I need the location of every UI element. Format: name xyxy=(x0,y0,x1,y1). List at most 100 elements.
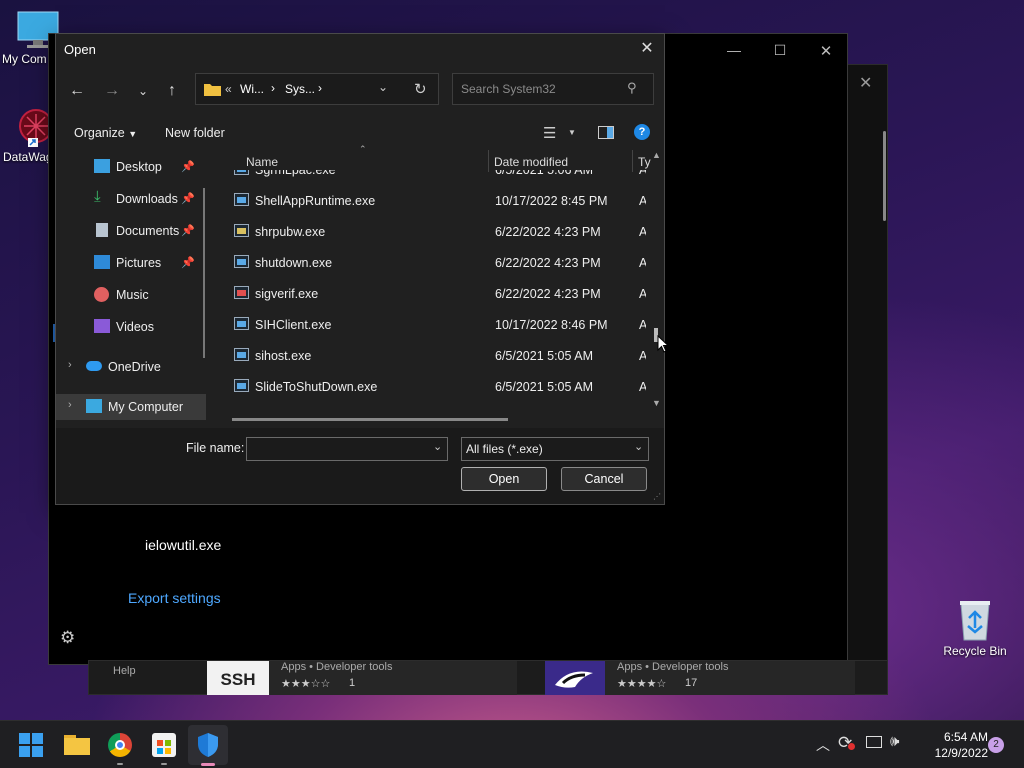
preview-pane-icon[interactable] xyxy=(598,126,614,139)
horizontal-scrollbar[interactable] xyxy=(232,418,508,421)
nav-item-pictures[interactable]: Pictures 📌 xyxy=(56,250,206,276)
file-row[interactable]: ShellAppRuntime.exe 10/17/2022 8:45 PM A| xyxy=(226,186,646,217)
help-icon[interactable]: ? xyxy=(634,124,650,140)
chevron-down-icon: ▼ xyxy=(128,129,138,139)
nav-item-onedrive[interactable]: › OneDrive xyxy=(56,354,206,380)
scroll-down-arrow[interactable]: ▼ xyxy=(652,398,661,408)
new-folder-button[interactable]: New folder xyxy=(165,126,225,140)
file-date: 6/5/2021 5:05 AM xyxy=(495,349,593,363)
clock[interactable]: 6:54 AM 12/9/2022 xyxy=(916,729,988,761)
resize-grip-icon[interactable]: ⋰ xyxy=(653,492,661,501)
desktop-icon-recycle-bin[interactable]: Recycle Bin xyxy=(938,598,1012,658)
file-type-filter[interactable]: All files (*.exe) ⌄ xyxy=(461,437,649,461)
file-name: shrpubw.exe xyxy=(255,225,326,239)
system-tray-chevron-icon[interactable]: ︿ xyxy=(816,735,830,755)
start-windows-icon[interactable] xyxy=(19,733,43,757)
search-box[interactable]: Search System32 ⚲ xyxy=(452,73,654,105)
nav-item-my-computer[interactable]: › My Computer xyxy=(56,394,206,420)
address-dropdown-icon[interactable]: ⌄ xyxy=(378,80,388,94)
active-indicator xyxy=(201,763,215,766)
organize-label: Organize xyxy=(74,126,125,140)
forward-arrow-icon[interactable]: → xyxy=(101,80,123,102)
network-icon[interactable] xyxy=(866,736,882,748)
chevron-down-icon[interactable]: ⌄ xyxy=(433,440,442,453)
column-header-type[interactable]: Ty xyxy=(638,155,651,169)
file-row[interactable]: sigverif.exe 6/22/2022 4:23 PM A| xyxy=(226,279,646,310)
exe-file-icon xyxy=(234,170,249,175)
view-options-icon[interactable]: ☰ xyxy=(543,124,556,142)
up-arrow-icon[interactable]: ↑ xyxy=(161,80,183,102)
close-button[interactable]: ✕ xyxy=(803,42,849,60)
refresh-icon[interactable]: ↻ xyxy=(414,80,427,98)
cancel-button[interactable]: Cancel xyxy=(561,467,647,491)
file-name-field[interactable]: ⌄ xyxy=(246,437,448,461)
nav-item-videos[interactable]: Videos xyxy=(56,314,206,340)
address-overflow-chevrons[interactable]: « xyxy=(225,82,232,96)
file-row[interactable]: SlideToShutDown.exe 6/5/2021 5:05 AM A| xyxy=(226,372,646,403)
chrome-icon[interactable] xyxy=(108,733,132,757)
scroll-up-arrow[interactable]: ▲ xyxy=(652,150,661,160)
minimize-button[interactable]: — xyxy=(711,42,757,58)
open-button[interactable]: Open xyxy=(461,467,547,491)
expand-chevron-icon[interactable]: › xyxy=(68,359,72,371)
nav-label: Music xyxy=(116,288,149,302)
nav-label: Downloads xyxy=(116,192,178,206)
exe-file-icon xyxy=(234,224,249,237)
nav-item-desktop[interactable]: Desktop 📌 xyxy=(56,154,206,180)
clock-date: 12/9/2022 xyxy=(934,746,988,760)
column-header-name[interactable]: Name xyxy=(246,155,278,169)
store-card[interactable]: Apps • Developer tools ★★★★☆ 17 xyxy=(545,661,855,695)
back-arrow-icon[interactable]: ← xyxy=(66,80,88,102)
file-row[interactable]: SgrmLpac.exe 6/5/2021 5:06 AM A| xyxy=(226,170,646,186)
breadcrumb-system32[interactable]: Sys... xyxy=(285,82,315,96)
nav-item-documents[interactable]: Documents 📌 xyxy=(56,218,206,244)
nav-label: Desktop xyxy=(116,160,162,174)
file-name-label: File name: xyxy=(186,441,245,455)
file-explorer-icon[interactable] xyxy=(64,735,90,755)
running-indicator xyxy=(161,763,167,765)
breadcrumb-separator[interactable]: › xyxy=(271,81,275,95)
pin-icon: 📌 xyxy=(181,193,195,205)
export-settings-link[interactable]: Export settings xyxy=(128,590,221,606)
maximize-button[interactable]: ☐ xyxy=(757,42,803,59)
column-divider[interactable] xyxy=(488,150,489,172)
nav-item-music[interactable]: Music xyxy=(56,282,206,308)
exe-file-icon xyxy=(234,193,249,206)
file-type: A| xyxy=(639,256,646,270)
organize-button[interactable]: Organize ▼ xyxy=(74,126,137,140)
file-row[interactable]: sihost.exe 6/5/2021 5:05 AM A| xyxy=(226,341,646,372)
file-row[interactable]: shrpubw.exe 6/22/2022 4:23 PM A| xyxy=(226,217,646,248)
close-icon[interactable]: ✕ xyxy=(859,73,872,93)
nav-scrollbar[interactable] xyxy=(203,188,205,358)
nav-item-downloads[interactable]: ⤓ Downloads 📌 xyxy=(56,186,206,212)
file-type: A| xyxy=(639,225,646,239)
scrollbar-thumb[interactable] xyxy=(883,131,886,221)
view-chevron-icon[interactable]: ▼ xyxy=(568,128,576,137)
search-icon[interactable]: ⚲ xyxy=(627,80,637,96)
app-list-item[interactable]: ielowutil.exe xyxy=(145,537,221,553)
store-card[interactable]: SSH Apps • Developer tools ★★★☆☆ 1 xyxy=(207,661,517,695)
expand-chevron-icon[interactable]: › xyxy=(68,399,72,411)
volume-icon[interactable]: 🕪 xyxy=(890,733,899,750)
column-header-date[interactable]: Date modified xyxy=(494,155,568,169)
help-label[interactable]: Help xyxy=(113,665,136,677)
search-input[interactable]: Search System32 xyxy=(461,82,556,96)
address-bar[interactable]: « Wi... › Sys... › ⌄ ↻ xyxy=(195,73,439,105)
breadcrumb-separator[interactable]: › xyxy=(318,81,322,95)
open-file-dialog: Open ✕ ← → ⌄ ↑ « Wi... › Sys... › ⌄ ↻ Se… xyxy=(55,33,665,505)
column-divider[interactable] xyxy=(632,150,633,172)
security-shield-icon[interactable] xyxy=(196,732,220,758)
breadcrumb-windows[interactable]: Wi... xyxy=(240,82,264,96)
vertical-scrollbar[interactable]: ▲ ▼ xyxy=(650,150,662,410)
file-row[interactable]: SIHClient.exe 10/17/2022 8:46 PM A| xyxy=(226,310,646,341)
pin-icon: 📌 xyxy=(181,225,195,237)
update-sync-icon[interactable]: ⟳ xyxy=(838,733,855,753)
desktop-icon-label: Recycle Bin xyxy=(943,644,1007,658)
notification-badge[interactable]: 2 xyxy=(988,737,1004,753)
file-row[interactable]: shutdown.exe 6/22/2022 4:23 PM A| xyxy=(226,248,646,279)
dialog-close-button[interactable]: ✕ xyxy=(636,38,658,60)
recent-locations-chevron-icon[interactable]: ⌄ xyxy=(132,80,154,102)
store-icon[interactable] xyxy=(152,733,176,757)
settings-gear-icon[interactable]: ⚙ xyxy=(60,628,75,648)
file-name: sigverif.exe xyxy=(255,287,319,301)
